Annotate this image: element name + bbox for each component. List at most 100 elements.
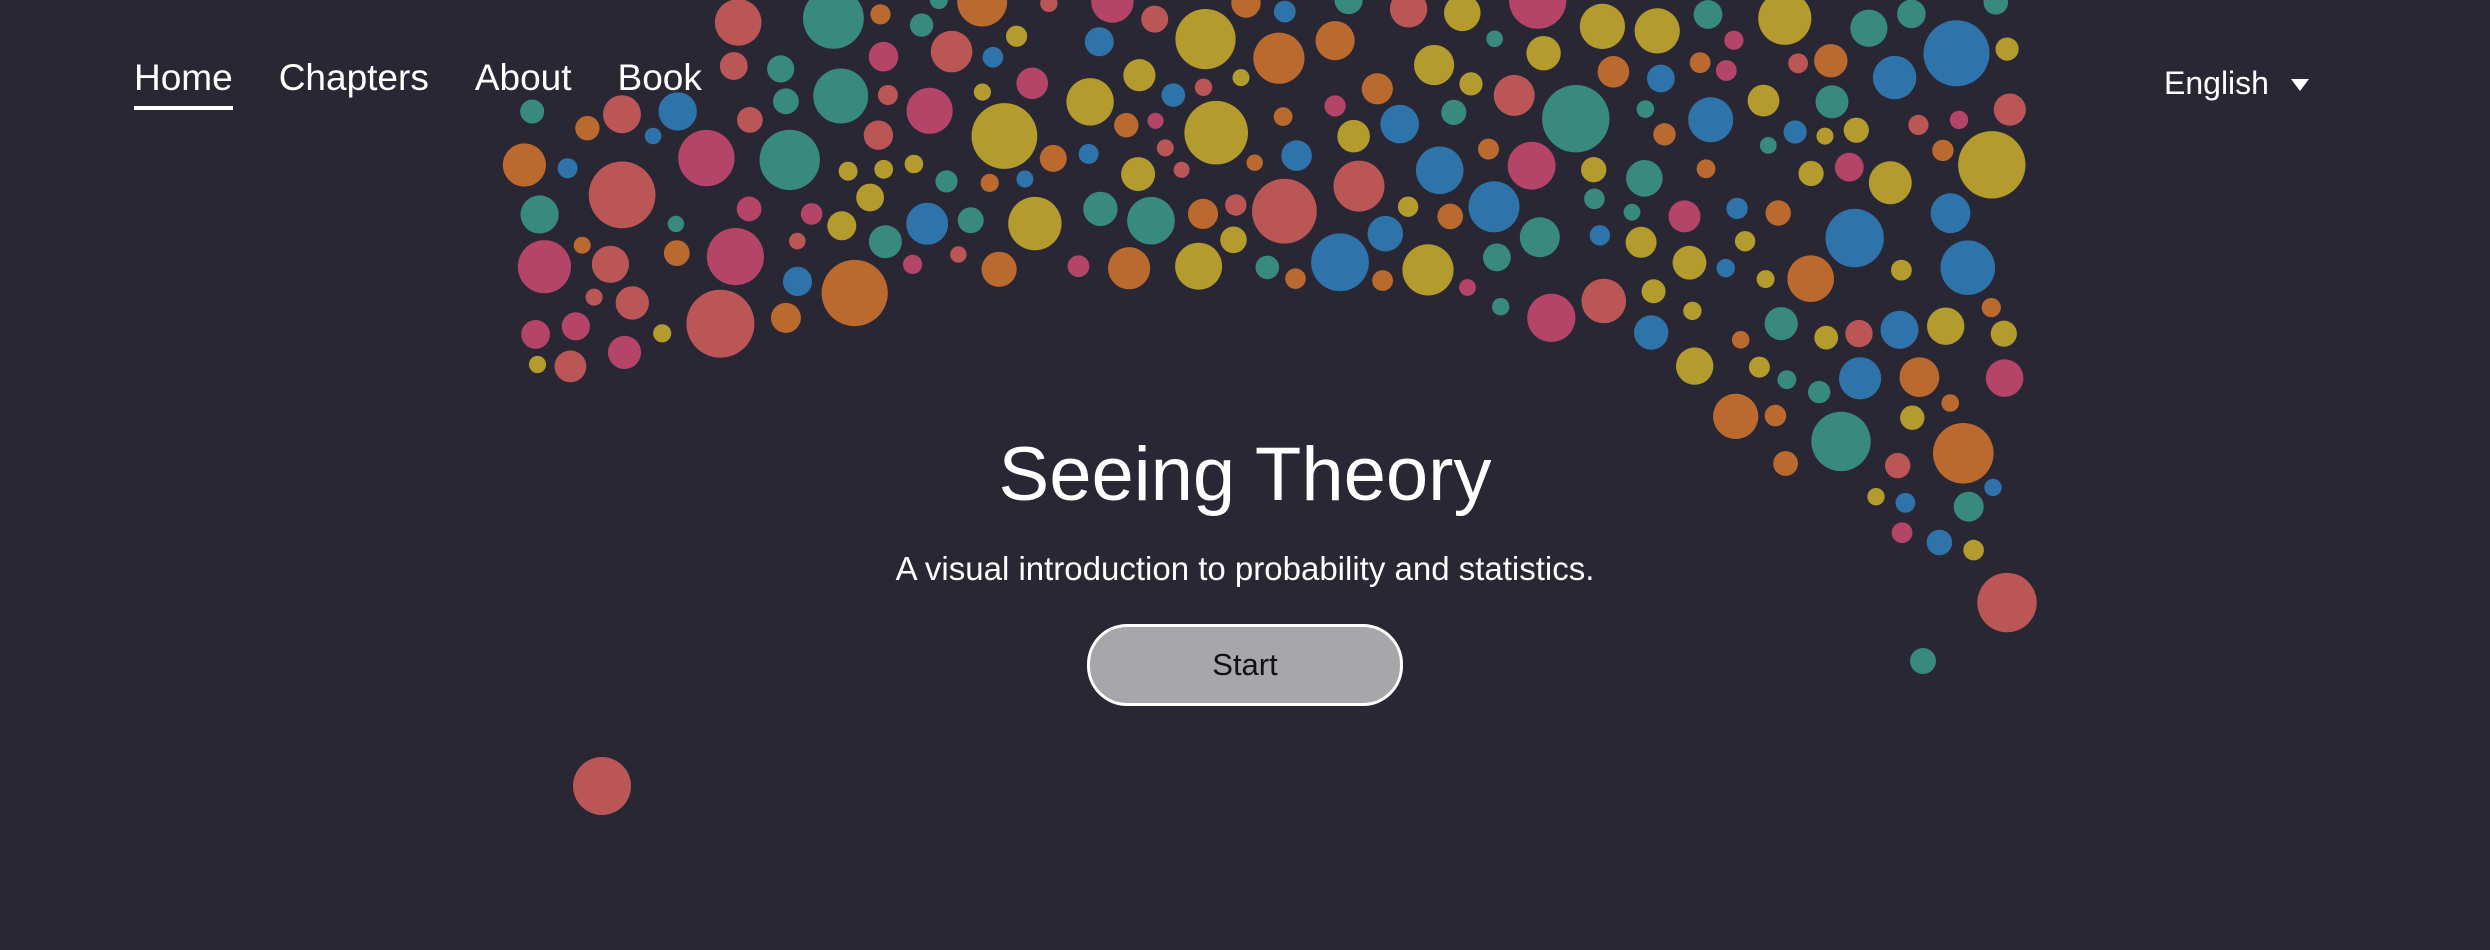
bubble bbox=[1527, 293, 1576, 342]
bubble bbox=[1108, 247, 1151, 290]
bubble bbox=[1389, 0, 1428, 28]
bubble bbox=[980, 173, 999, 192]
bubble bbox=[1084, 27, 1114, 57]
bubble bbox=[1121, 157, 1156, 192]
bubble bbox=[678, 129, 735, 187]
nav-book-link[interactable]: Book bbox=[618, 52, 702, 110]
bubble bbox=[1759, 137, 1777, 154]
bubble bbox=[1367, 215, 1404, 252]
bubble bbox=[1141, 5, 1169, 33]
bubble bbox=[1626, 160, 1663, 197]
bubble bbox=[591, 245, 630, 283]
bubble bbox=[1716, 258, 1735, 278]
bubble bbox=[1509, 0, 1567, 29]
bubble bbox=[1932, 139, 1954, 162]
hero: Seeing Theory A visual introduction to p… bbox=[0, 430, 2490, 706]
bubble bbox=[1324, 95, 1346, 117]
bubble bbox=[1788, 53, 1808, 74]
bubble bbox=[1273, 107, 1293, 126]
bubble bbox=[1078, 143, 1099, 164]
bubble bbox=[1225, 194, 1247, 216]
bubble bbox=[1693, 0, 1723, 29]
nav-about-link[interactable]: About bbox=[475, 52, 572, 110]
bubble bbox=[789, 232, 806, 250]
bubble bbox=[1783, 120, 1807, 144]
bubble bbox=[957, 207, 984, 234]
bubble bbox=[1868, 161, 1912, 205]
bubble bbox=[1468, 181, 1520, 233]
bubble bbox=[1187, 198, 1219, 229]
bubble bbox=[973, 83, 992, 101]
bubble bbox=[1016, 170, 1034, 188]
bubble bbox=[1816, 127, 1834, 145]
bubble bbox=[1232, 69, 1250, 87]
bubble bbox=[1273, 0, 1296, 23]
start-button[interactable]: Start bbox=[1087, 624, 1403, 706]
bubble bbox=[904, 154, 924, 174]
bubble bbox=[1337, 119, 1370, 153]
bubble bbox=[1880, 310, 1919, 349]
bubble bbox=[1040, 0, 1058, 12]
bubble bbox=[982, 46, 1004, 68]
nav-home-link[interactable]: Home bbox=[134, 52, 233, 110]
bubble bbox=[1949, 110, 1969, 130]
bubble bbox=[1220, 226, 1247, 254]
bubble bbox=[1814, 325, 1839, 350]
page: Home Chapters About Book English Seeing … bbox=[0, 0, 2490, 950]
bubble bbox=[1492, 298, 1510, 316]
bubble bbox=[1597, 56, 1630, 88]
bubble bbox=[1756, 270, 1775, 289]
bubble bbox=[1252, 178, 1317, 244]
bubble bbox=[1825, 208, 1884, 268]
bubble bbox=[644, 127, 662, 145]
bubble bbox=[868, 41, 899, 72]
bubble bbox=[877, 85, 898, 105]
bubble bbox=[856, 183, 884, 212]
bubble bbox=[1899, 357, 1940, 397]
bubble bbox=[1542, 85, 1610, 153]
nav-chapters-link[interactable]: Chapters bbox=[279, 52, 429, 110]
bubble bbox=[1941, 394, 1959, 412]
bubble bbox=[950, 246, 967, 263]
bubble bbox=[1311, 233, 1369, 292]
bubble bbox=[1940, 240, 1996, 295]
bubble bbox=[971, 103, 1038, 169]
bubble bbox=[1507, 141, 1556, 190]
bubble bbox=[1814, 44, 1848, 78]
bubble bbox=[1127, 196, 1175, 245]
bubble bbox=[821, 259, 888, 327]
language-select[interactable]: English bbox=[2164, 58, 2309, 108]
bubble bbox=[1156, 139, 1174, 157]
bubble bbox=[1676, 347, 1714, 385]
bubble bbox=[1114, 113, 1139, 138]
bubble bbox=[737, 107, 763, 133]
bubble bbox=[1634, 315, 1669, 350]
bubble bbox=[1437, 203, 1463, 230]
bubble bbox=[957, 0, 1008, 27]
bubble bbox=[1995, 37, 2019, 61]
bubble bbox=[935, 170, 958, 193]
bubble bbox=[1246, 154, 1263, 171]
bubble bbox=[868, 225, 902, 259]
bubble bbox=[1634, 8, 1680, 54]
bubble bbox=[838, 161, 858, 181]
bubble bbox=[1872, 55, 1917, 100]
bubble bbox=[663, 240, 690, 266]
bubble bbox=[1402, 244, 1454, 296]
bubble bbox=[1764, 404, 1787, 427]
page-title: Seeing Theory bbox=[998, 432, 1492, 517]
bubble bbox=[903, 254, 923, 274]
bubble bbox=[1897, 0, 1926, 29]
bubble bbox=[1653, 123, 1676, 146]
bubble bbox=[561, 312, 590, 341]
bubble bbox=[653, 324, 672, 343]
bubble bbox=[1315, 20, 1355, 61]
bubble bbox=[719, 52, 748, 80]
bubble bbox=[1253, 32, 1305, 84]
bubble bbox=[528, 355, 547, 374]
bubble bbox=[1584, 188, 1605, 210]
bubble bbox=[667, 215, 685, 233]
bubble bbox=[1194, 78, 1213, 97]
bubble bbox=[909, 13, 934, 37]
bubble bbox=[1850, 9, 1888, 47]
